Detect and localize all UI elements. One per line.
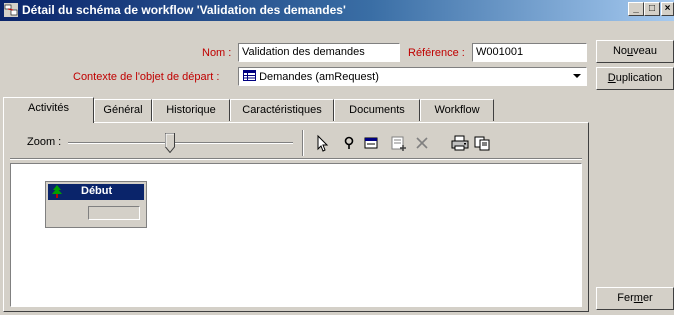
delete-tool-icon[interactable]: [412, 133, 432, 153]
reference-field[interactable]: W001001: [472, 43, 587, 62]
reference-label: Référence :: [408, 47, 465, 59]
tab-historique[interactable]: Historique: [152, 99, 230, 121]
name-label: Nom :: [202, 47, 232, 59]
workflow-detail-window: Détail du schéma de workflow 'Validation…: [0, 0, 674, 315]
name-value: Validation des demandes: [242, 46, 365, 58]
tab-workflow[interactable]: Workflow: [420, 99, 494, 121]
tab-general[interactable]: Général: [94, 99, 152, 121]
close-window-button[interactable]: ×: [661, 2, 674, 16]
close-button[interactable]: Fermer: [596, 287, 674, 310]
start-node-header: Début: [48, 184, 144, 200]
tab-activites[interactable]: Activités: [3, 97, 94, 123]
maximize-button[interactable]: □: [644, 2, 660, 16]
tree-icon: [52, 185, 62, 198]
zoom-slider[interactable]: [68, 133, 293, 153]
window-title: Détail du schéma de workflow 'Validation…: [22, 3, 346, 17]
new-button[interactable]: Nouveau: [596, 40, 674, 63]
start-node-title: Début: [81, 185, 113, 197]
title-bar[interactable]: Détail du schéma de workflow 'Validation…: [0, 0, 674, 21]
name-field[interactable]: Validation des demandes: [238, 43, 400, 62]
table-icon: [243, 70, 256, 81]
new-event-tool-icon[interactable]: [339, 133, 359, 153]
new-activity-tool-icon[interactable]: [361, 133, 381, 153]
toolbar-separator: [302, 130, 304, 156]
zoom-slider-thumb[interactable]: [165, 133, 175, 153]
start-node[interactable]: Début: [45, 181, 147, 228]
context-value: Demandes (amRequest): [259, 71, 379, 83]
print-icon[interactable]: [450, 133, 470, 153]
toolbar-bottom-divider: [10, 158, 582, 160]
add-transition-tool-icon[interactable]: [389, 133, 409, 153]
zoom-track: [68, 142, 293, 144]
copy-icon[interactable]: [472, 133, 492, 153]
tab-documents[interactable]: Documents: [334, 99, 420, 121]
minimize-button[interactable]: _: [628, 2, 644, 16]
workflow-app-icon: [4, 3, 18, 17]
context-select[interactable]: Demandes (amRequest): [238, 67, 587, 86]
reference-value: W001001: [476, 46, 524, 58]
duplicate-button[interactable]: Duplication: [596, 67, 674, 90]
context-label: Contexte de l'objet de départ :: [73, 71, 220, 83]
zoom-label: Zoom :: [27, 136, 62, 148]
chevron-down-icon[interactable]: [573, 74, 581, 79]
start-node-port: [88, 206, 140, 220]
pointer-tool-icon[interactable]: [312, 133, 332, 153]
tab-caracteristiques[interactable]: Caractéristiques: [230, 99, 334, 121]
